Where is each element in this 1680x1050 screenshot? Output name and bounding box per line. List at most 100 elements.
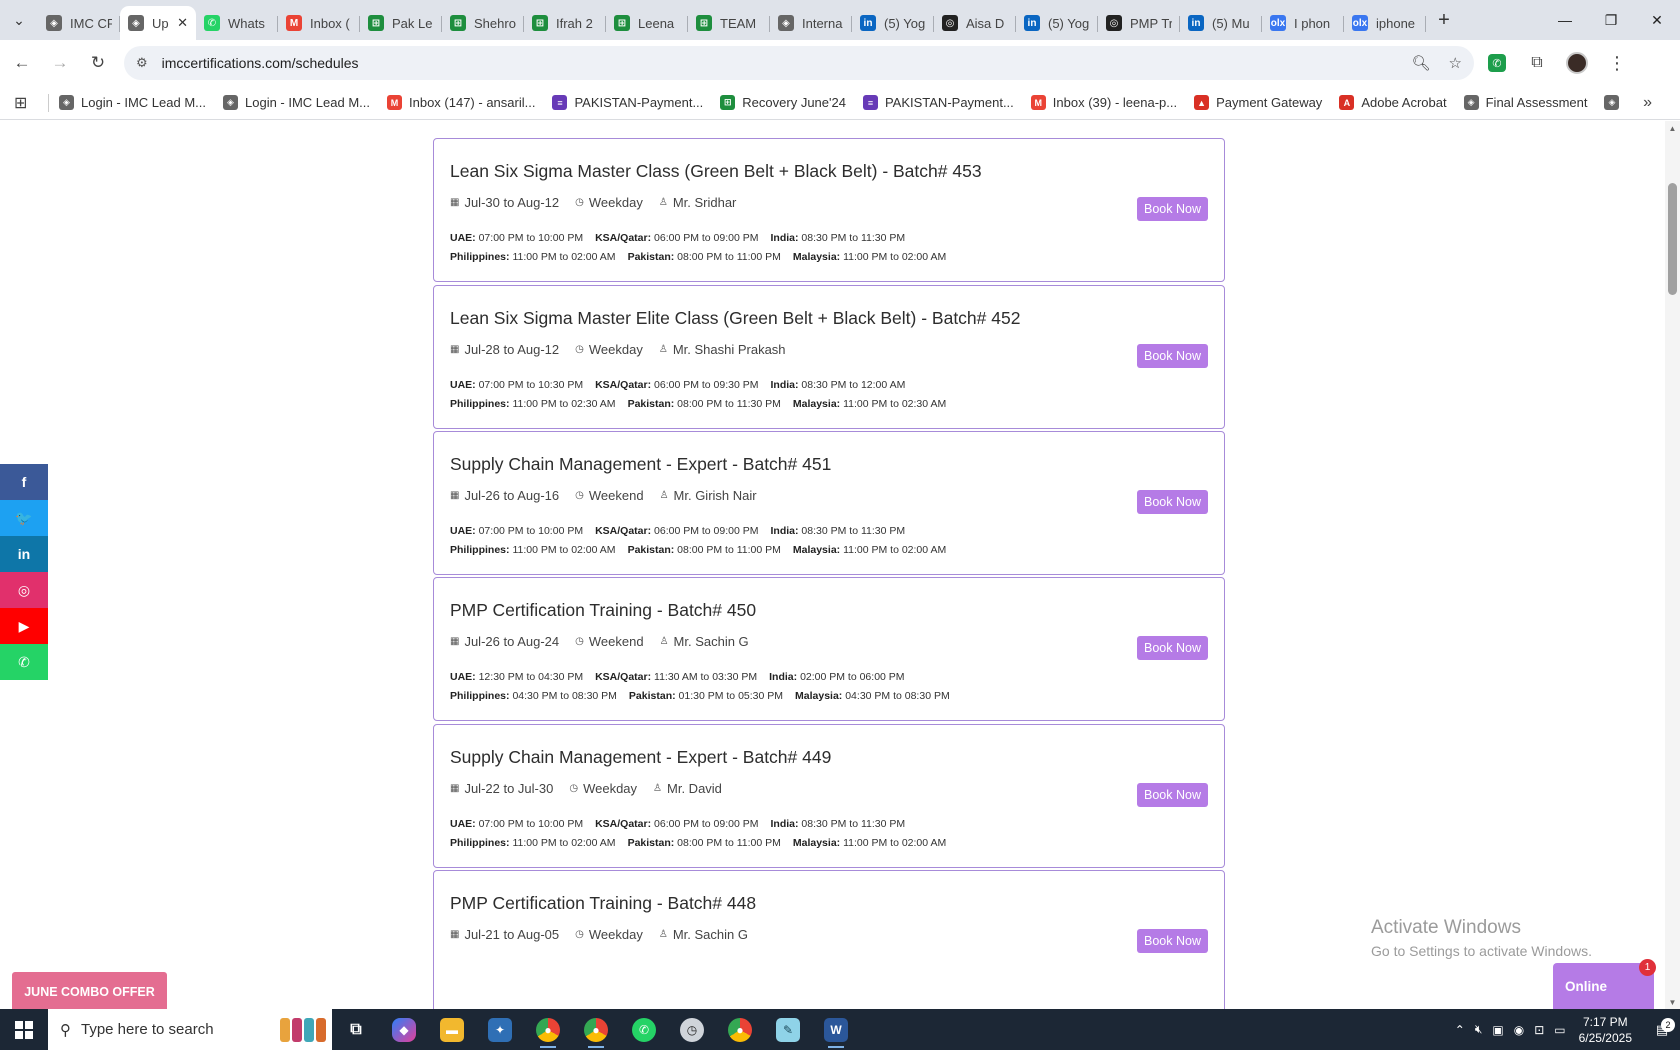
chrome-alt-icon[interactable]: ● [716, 1009, 764, 1050]
notepad-icon[interactable]: ✎ [764, 1009, 812, 1050]
bookmark-item[interactable]: ⊞ Recovery June'24 [720, 95, 846, 110]
scroll-down-arrow-icon[interactable]: ▼ [1665, 995, 1680, 1009]
browser-tab[interactable]: ◎ PMP Tr [1098, 6, 1180, 40]
scrollbar-thumb[interactable] [1668, 183, 1677, 295]
browser-tab[interactable]: ✆ Whats [196, 6, 278, 40]
book-now-button[interactable]: Book Now [1137, 929, 1208, 953]
bookmark-item[interactable]: ◈ Login - IMC Lead M... [59, 95, 206, 110]
bookmark-item[interactable]: A Adobe Acrobat [1339, 95, 1447, 110]
bookmark-item[interactable]: ▲ Payment Gateway [1194, 95, 1322, 110]
clock-app-icon[interactable]: ◷ [668, 1009, 716, 1050]
back-arrow-icon[interactable]: ← [6, 47, 38, 79]
chrome-tray-icon[interactable]: ◉ [1514, 1023, 1524, 1037]
restore-icon[interactable]: ❐ [1588, 0, 1634, 40]
taskbar-search-box[interactable]: ⚲ Type here to search [48, 1009, 332, 1050]
apps-grid-icon[interactable]: ⊞ [14, 93, 42, 113]
youtube-icon[interactable]: ▶ [0, 608, 48, 644]
calendar-icon: ▦ [450, 929, 460, 940]
browser-tab[interactable]: in (5) Yog [1016, 6, 1098, 40]
book-now-button[interactable]: Book Now [1137, 490, 1208, 514]
profile-avatar[interactable] [1560, 46, 1594, 80]
bookmark-item[interactable]: ≡ PAKISTAN-Payment... [862, 95, 1014, 110]
forward-arrow-icon[interactable]: → [44, 47, 76, 79]
tray-chevron-up-icon[interactable]: ⌃ [1455, 1023, 1465, 1037]
close-window-icon[interactable]: ✕ [1634, 0, 1680, 40]
book-now-button[interactable]: Book Now [1137, 783, 1208, 807]
browser-tab[interactable]: ◈ Interna [770, 6, 852, 40]
volume-muted-icon[interactable]: 🔇︎ [1475, 1022, 1483, 1037]
book-now-button[interactable]: Book Now [1137, 344, 1208, 368]
calendar-icon: ▦ [450, 490, 460, 501]
copilot-icon[interactable]: ◆ [380, 1009, 428, 1050]
address-bar[interactable]: ⚙ imccertifications.com/schedules 🔍︎ ☆ [124, 46, 1474, 80]
windows-start-icon[interactable] [0, 1009, 48, 1050]
browser-tab[interactable]: ⊞ TEAM [688, 6, 770, 40]
more-bookmarks-chevron-icon[interactable]: » [1643, 94, 1652, 112]
task-view-icon[interactable]: ⧉ [332, 1009, 380, 1050]
taskbar-clock[interactable]: 7:17 PM 6/25/2025 [1579, 1014, 1632, 1046]
bookmark-extra-icon[interactable]: ◈ [1604, 95, 1626, 110]
activate-windows-title: Activate Windows [1371, 917, 1521, 938]
tab-favicon-icon: ◎ [942, 15, 958, 31]
url-text[interactable]: imccertifications.com/schedules [162, 55, 1394, 71]
bookmark-item[interactable]: ◈ Final Assessment [1463, 95, 1587, 110]
timezone-time: 06:00 PM to 09:00 PM [654, 818, 759, 830]
extension-whatsapp-icon[interactable]: ✆ [1480, 46, 1514, 80]
display-icon[interactable]: ⊡ [1534, 1023, 1544, 1037]
browser-tab[interactable]: olx iphone [1344, 6, 1426, 40]
chrome-profile-icon[interactable]: ● [572, 1009, 620, 1050]
browser-tab[interactable]: in (5) Yog [852, 6, 934, 40]
bookmark-item[interactable]: ◈ Login - IMC Lead M... [223, 95, 370, 110]
browser-tab[interactable]: ⊞ Leena [606, 6, 688, 40]
minimize-icon[interactable]: — [1542, 0, 1588, 40]
extensions-puzzle-icon[interactable]: ⧉ [1520, 46, 1554, 80]
whatsapp-icon[interactable]: ✆ [620, 1009, 668, 1050]
book-now-button[interactable]: Book Now [1137, 636, 1208, 660]
course-meta: ▦ Jul-22 to Jul-30 ◷ Weekday ♙ Mr. David [450, 781, 738, 796]
network-icon[interactable]: ▭ [1554, 1023, 1565, 1037]
browser-tab[interactable]: ⊞ Ifrah 2 [524, 6, 606, 40]
browser-tab[interactable]: olx I phon [1262, 6, 1344, 40]
bookmark-star-icon[interactable]: ☆ [1449, 54, 1462, 72]
file-explorer-icon[interactable]: ▬ [428, 1009, 476, 1050]
browser-tab[interactable]: ◈ Up ✕ [120, 6, 196, 40]
bookmark-item[interactable]: ≡ PAKISTAN-Payment... [552, 95, 703, 110]
page-scrollbar[interactable]: ▲ ▼ [1665, 121, 1680, 1009]
linkedin-icon[interactable]: in [0, 536, 48, 572]
tab-title: PMP Tr [1130, 15, 1172, 31]
book-now-button[interactable]: Book Now [1137, 197, 1208, 221]
bookmark-item[interactable]: M Inbox (39) - leena-p... [1030, 95, 1177, 110]
browser-tab[interactable]: ◈ IMC CR [38, 6, 120, 40]
reload-icon[interactable]: ↻ [82, 47, 114, 79]
browser-tab[interactable]: M Inbox ( [278, 6, 360, 40]
tab-close-icon[interactable]: ✕ [177, 15, 188, 31]
timezone-entry: UAE: 07:00 PM to 10:30 PM [450, 379, 583, 391]
twitter-icon[interactable]: 🐦 [0, 500, 48, 536]
timezone-time: 08:00 PM to 11:00 PM [677, 251, 781, 263]
timezone-name: India: [770, 379, 799, 391]
timezone-name: India: [770, 232, 799, 244]
zoom-icon[interactable]: 🔍︎ [1412, 54, 1431, 72]
june-combo-offer-button[interactable]: JUNE COMBO OFFER [12, 972, 167, 1009]
whatsapp-icon[interactable]: ✆ [0, 644, 48, 680]
word-icon[interactable]: W [812, 1009, 860, 1050]
chrome-icon[interactable]: ● [524, 1009, 572, 1050]
browser-tab[interactable]: ⊞ Pak Le [360, 6, 442, 40]
tab-search-chevron-icon[interactable]: ⌄ [0, 0, 38, 40]
tab-title: Inbox ( [310, 15, 350, 31]
schedule-card: Lean Six Sigma Master Elite Class (Green… [433, 285, 1225, 429]
meet-icon[interactable]: ▣ [1492, 1023, 1503, 1037]
bookmark-item[interactable]: M Inbox (147) - ansaril... [387, 95, 535, 110]
browser-tab[interactable]: in (5) Mu [1180, 6, 1262, 40]
scroll-up-arrow-icon[interactable]: ▲ [1665, 121, 1680, 135]
new-tab-plus-icon[interactable]: + [1426, 0, 1462, 40]
menu-kebab-icon[interactable]: ⋮ [1600, 46, 1634, 80]
timezone-name: UAE: [450, 232, 476, 244]
notification-center-icon[interactable]: ▤2 [1644, 1017, 1680, 1038]
facebook-icon[interactable]: f [0, 464, 48, 500]
browser-tab[interactable]: ⊞ Shehro [442, 6, 524, 40]
app-pin-icon[interactable]: ✦ [476, 1009, 524, 1050]
instagram-icon[interactable]: ◎ [0, 572, 48, 608]
browser-tab[interactable]: ◎ Aisa D [934, 6, 1016, 40]
site-settings-icon[interactable]: ⚙ [136, 55, 148, 71]
